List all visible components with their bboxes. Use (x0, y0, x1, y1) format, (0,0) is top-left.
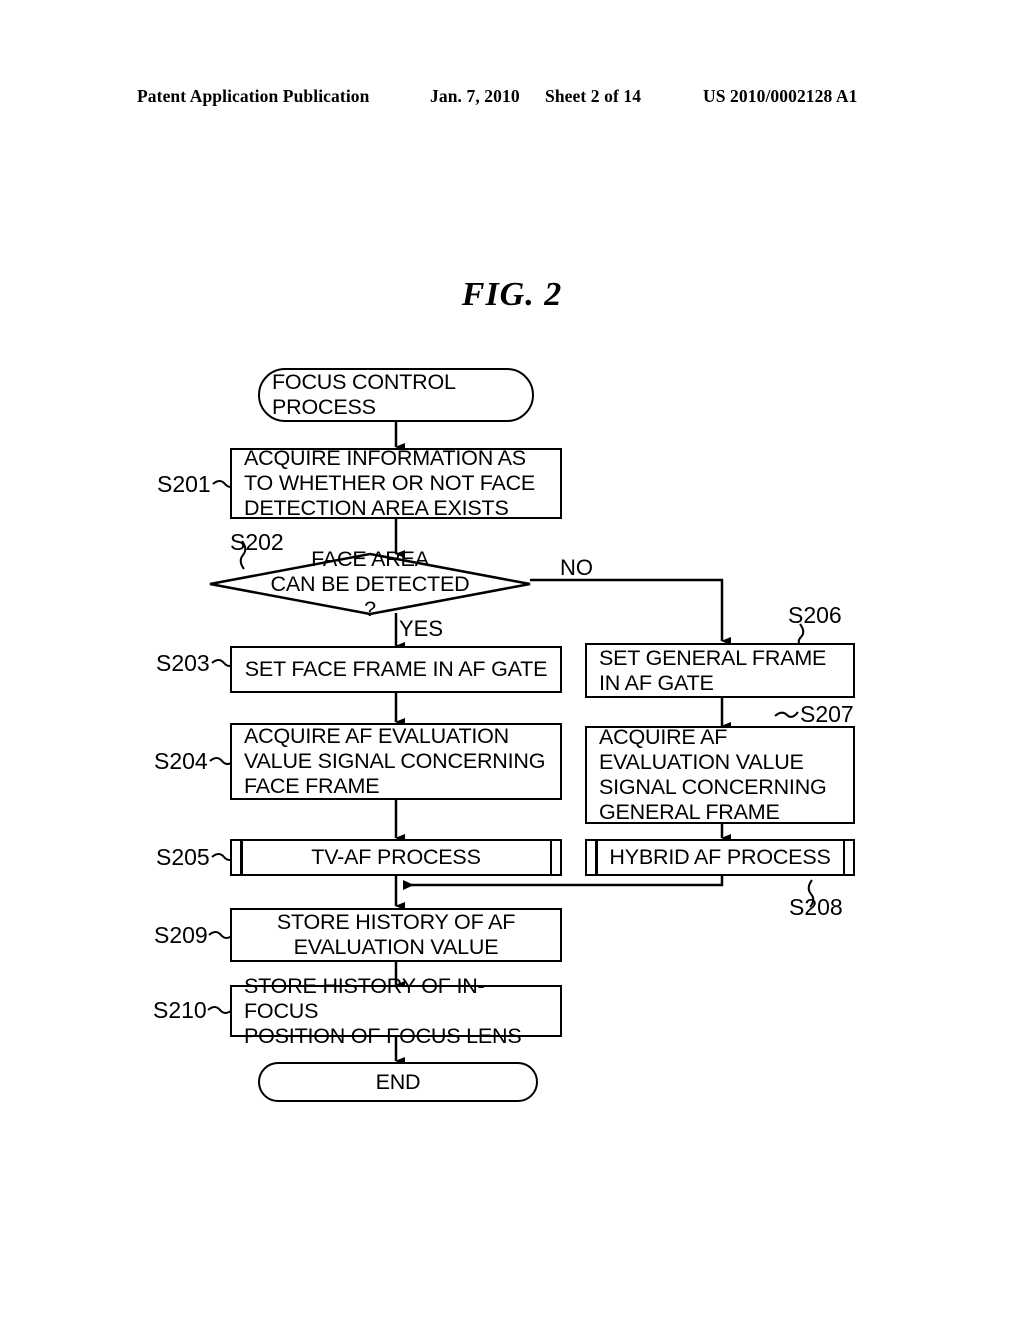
flow-step-s210-label: STORE HISTORY OF IN-FOCUS POSITION OF FO… (244, 973, 522, 1048)
flow-step-s203-label: SET FACE FRAME IN AF GATE (244, 657, 548, 681)
step-ref-s203: S203 (156, 650, 210, 676)
step-ref-s201: S201 (157, 471, 211, 497)
flow-step-s207-label: ACQUIRE AF EVALUATION VALUE SIGNAL CONCE… (599, 725, 827, 824)
flow-decision-s202: FACE AREA CAN BE DETECTED ? (208, 547, 532, 621)
flow-end-terminator: END (258, 1062, 538, 1102)
flow-step-s208-label: HYBRID AF PROCESS (609, 845, 831, 869)
step-ref-s207: S207 (800, 701, 854, 727)
flow-step-s203: SET FACE FRAME IN AF GATE (230, 646, 562, 693)
step-ref-s202: S202 (230, 529, 284, 555)
step-ref-s204: S204 (154, 748, 208, 774)
step-ref-s205: S205 (156, 844, 210, 870)
flow-step-s210: STORE HISTORY OF IN-FOCUS POSITION OF FO… (230, 974, 562, 1048)
patent-figure-page: Patent Application Publication Jan. 7, 2… (0, 0, 1024, 1320)
flow-step-s204: ACQUIRE AF EVALUATION VALUE SIGNAL CONCE… (230, 723, 562, 800)
flow-step-s201: ACQUIRE INFORMATION AS TO WHETHER OR NOT… (230, 446, 562, 520)
flow-step-s208: HYBRID AF PROCESS (585, 839, 855, 876)
flow-step-s206: SET GENERAL FRAME IN AF GATE (585, 643, 855, 698)
step-ref-s210: S210 (153, 997, 207, 1023)
flow-start-label: FOCUS CONTROL PROCESS (272, 370, 456, 419)
flow-step-s209: STORE HISTORY OF AF EVALUATION VALUE (230, 908, 562, 962)
branch-label-no: NO (560, 555, 593, 580)
step-ref-s209: S209 (154, 922, 208, 948)
flow-start-terminator: FOCUS CONTROL PROCESS (258, 368, 534, 422)
flow-step-s205-label: TV-AF PROCESS (311, 845, 481, 869)
branch-label-yes: YES (399, 616, 444, 641)
decision-diamond-shape (209, 552, 531, 616)
flowchart: FOCUS CONTROL PROCESS ACQUIRE INFORMATIO… (0, 0, 1024, 1320)
step-ref-s206: S206 (788, 602, 842, 628)
flow-step-s206-label: SET GENERAL FRAME IN AF GATE (599, 645, 827, 695)
flow-step-s204-label: ACQUIRE AF EVALUATION VALUE SIGNAL CONCE… (244, 724, 546, 798)
flow-step-s207: ACQUIRE AF EVALUATION VALUE SIGNAL CONCE… (585, 725, 855, 824)
flow-step-s209-label: STORE HISTORY OF AF EVALUATION VALUE (276, 910, 516, 959)
flow-step-s205: TV-AF PROCESS (230, 839, 562, 876)
step-ref-s208: S208 (789, 894, 843, 920)
flow-step-s201-label: ACQUIRE INFORMATION AS TO WHETHER OR NOT… (244, 446, 536, 520)
flow-end-label: END (375, 1069, 421, 1094)
